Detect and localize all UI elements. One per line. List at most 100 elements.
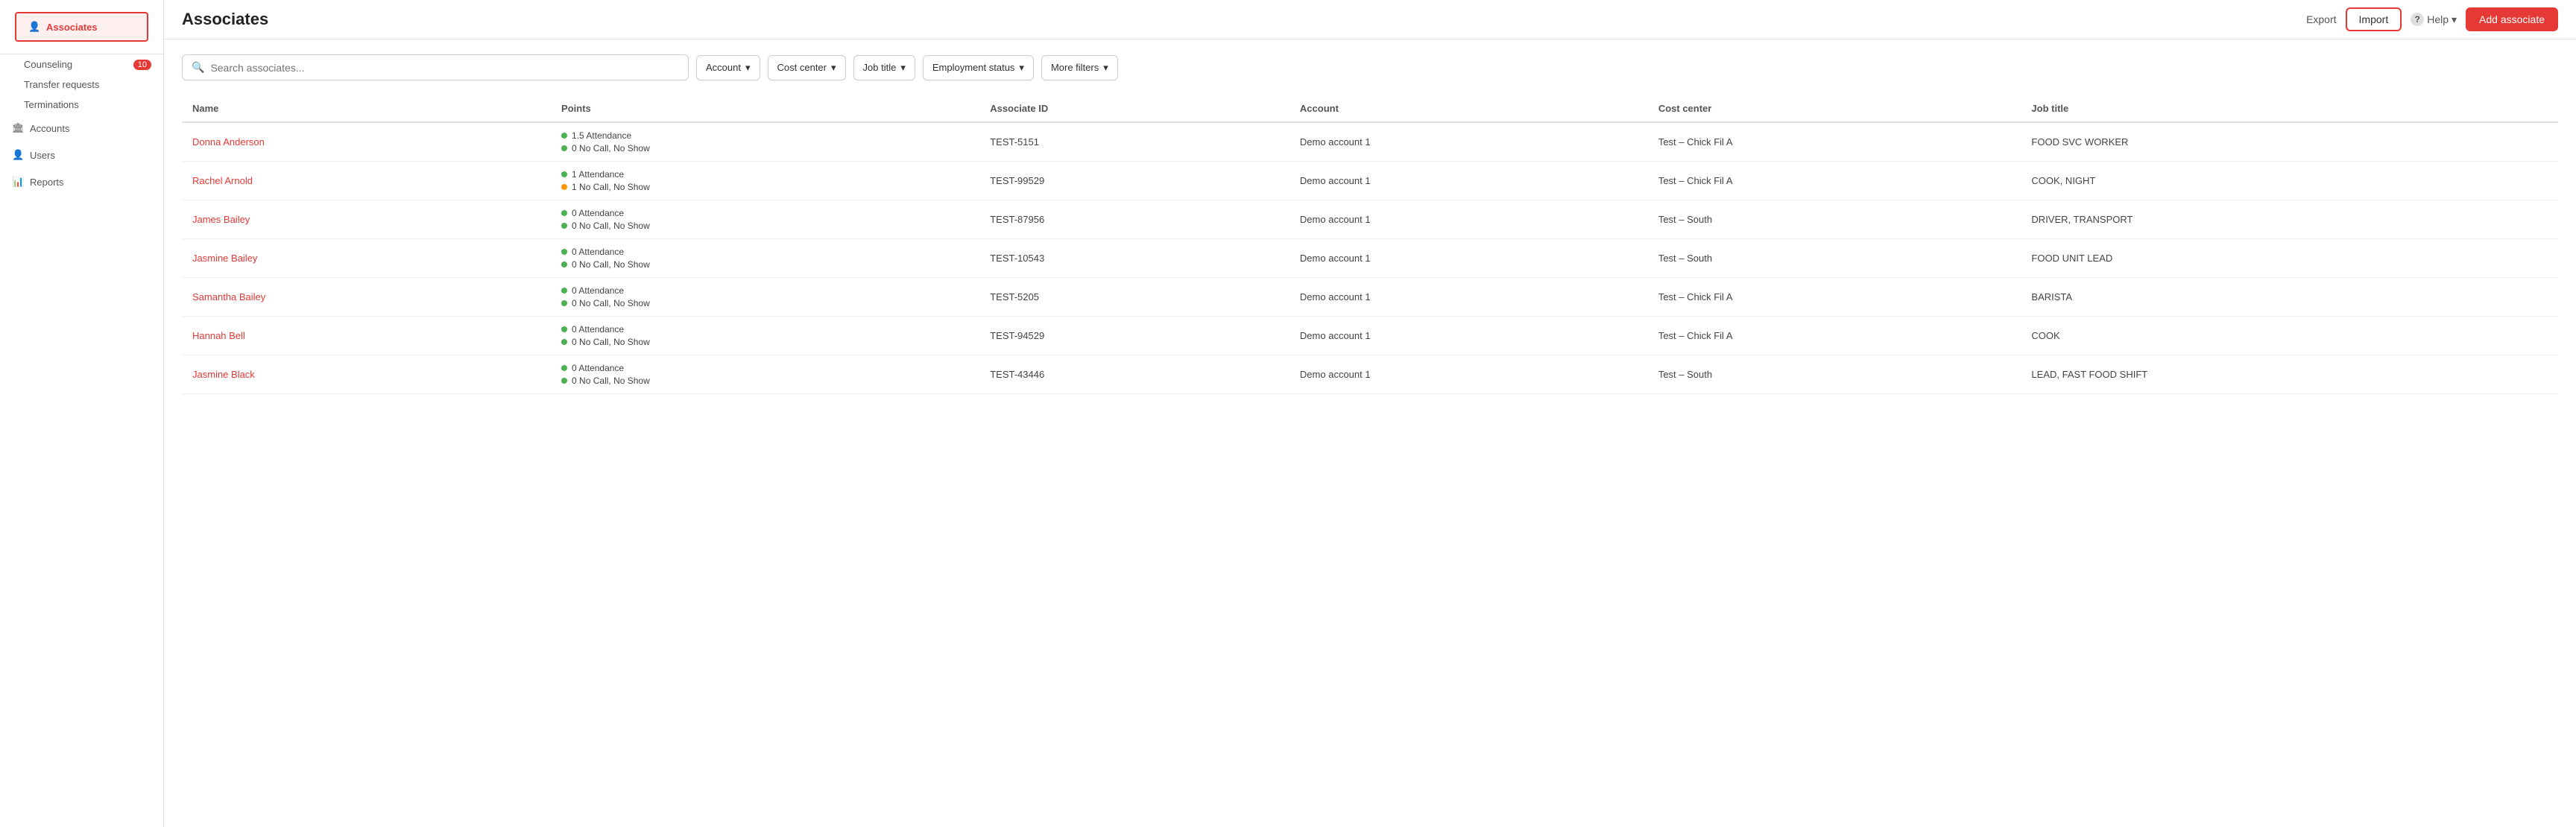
filter-cost-center-button[interactable]: Cost center ▾ [768, 55, 846, 80]
account-cell: Demo account 1 [1289, 200, 1648, 239]
point-text: 0 No Call, No Show [572, 221, 650, 231]
cost-center-cell: Test – South [1648, 239, 2021, 278]
point-text: 1 Attendance [572, 169, 624, 180]
points-cell: 1.5 Attendance 0 No Call, No Show [551, 122, 979, 162]
points-cell: 0 Attendance 0 No Call, No Show [551, 278, 979, 317]
associate-name-link[interactable]: Jasmine Black [192, 369, 255, 380]
associate-name-cell: Rachel Arnold [182, 162, 551, 200]
filter-account-button[interactable]: Account ▾ [696, 55, 760, 80]
sidebar-sub-label: Counseling [24, 59, 72, 70]
associate-name-link[interactable]: Hannah Bell [192, 330, 245, 341]
job-title-cell: DRIVER, TRANSPORT [2021, 200, 2558, 239]
col-header-points: Points [551, 95, 979, 122]
table-row: Jasmine Black 0 Attendance 0 No Call, No S… [182, 355, 2558, 394]
main-area: 🔍 Account▾Cost center▾Job title▾Employme… [164, 39, 2576, 827]
associate-name-link[interactable]: Samantha Bailey [192, 291, 265, 302]
point-row: 1 No Call, No Show [561, 182, 969, 192]
points-cell: 0 Attendance0 No Call, No Show [551, 317, 979, 355]
job-title-cell: FOOD SVC WORKER [2021, 122, 2558, 162]
dot-green-icon [561, 339, 567, 345]
sidebar-associates-label: Associates [46, 22, 98, 33]
filter-more-filters-button[interactable]: More filters▾ [1041, 55, 1118, 80]
point-row: 0 Attendance [561, 285, 969, 296]
point-text: 0 Attendance [572, 363, 624, 373]
sidebar: 👤 Associates Counseling 10 Transfer reques… [0, 0, 164, 827]
filter-label: Cost center [777, 62, 827, 73]
chevron-down-icon: ▾ [745, 62, 751, 74]
table-row: Rachel Arnold 1 Attendance 1 No Call, No S… [182, 162, 2558, 200]
help-chevron-icon: ▾ [2452, 13, 2457, 26]
dot-green-icon [561, 326, 567, 332]
chevron-down-icon: ▾ [900, 62, 906, 74]
help-button[interactable]: ? Help ▾ [2411, 13, 2457, 26]
sidebar-sub-item[interactable]: Terminations [0, 95, 163, 115]
job-title-cell: COOK [2021, 317, 2558, 355]
add-associate-button[interactable]: Add associate [2466, 7, 2558, 31]
sidebar-header: 👤 Associates [0, 0, 163, 54]
sidebar-item-associates[interactable]: 👤 Associates [15, 12, 148, 42]
point-text: 0 No Call, No Show [572, 259, 650, 270]
header-actions: Export Import ? Help ▾ Add associate [2306, 7, 2558, 31]
col-header-cost-center: Cost center [1648, 95, 2021, 122]
associate-name-link[interactable]: Rachel Arnold [192, 175, 253, 186]
filter-employment-status-button[interactable]: Employment status▾ [923, 55, 1034, 80]
search-input[interactable] [210, 62, 679, 74]
sidebar-sub-item[interactable]: Transfer requests [0, 75, 163, 95]
account-cell: Demo account 1 [1289, 162, 1648, 200]
account-cell: Demo account 1 [1289, 317, 1648, 355]
point-text: 0 No Call, No Show [572, 376, 650, 386]
main-content: Associates Export Import ? Help ▾ Add as… [164, 0, 2576, 827]
points-cell: 0 Attendance 0 No Call, No Show [551, 355, 979, 394]
point-text: 0 Attendance [572, 285, 624, 296]
col-header-account: Account [1289, 95, 1648, 122]
points-cell: 0 Attendance0 No Call, No Show [551, 239, 979, 278]
filter-label: Account [706, 62, 741, 73]
sidebar-sub-label: Terminations [24, 99, 79, 110]
associate-id-cell: TEST-10543 [979, 239, 1289, 278]
associate-id-cell: TEST-94529 [979, 317, 1289, 355]
associate-name-cell: James Bailey [182, 200, 551, 239]
dot-green-icon [561, 288, 567, 294]
point-text: 1 No Call, No Show [572, 182, 650, 192]
dot-green-icon [561, 145, 567, 151]
sidebar-item-users[interactable]: 👤Users [0, 142, 163, 168]
job-title-cell: COOK, NIGHT [2021, 162, 2558, 200]
sidebar-section-label: Users [30, 150, 55, 161]
point-row: 0 No Call, No Show [561, 143, 969, 153]
associate-name-cell: Jasmine Black [182, 355, 551, 394]
account-cell: Demo account 1 [1289, 122, 1648, 162]
job-title-cell: LEAD, FAST FOOD SHIFT [2021, 355, 2558, 394]
associate-name-link[interactable]: Jasmine Bailey [192, 253, 257, 264]
cost-center-cell: Test – Chick Fil A [1648, 317, 2021, 355]
filter-label: Job title [863, 62, 897, 73]
chevron-down-icon: ▾ [831, 62, 836, 74]
page-title: Associates [182, 10, 268, 29]
sidebar-item-accounts[interactable]: 🏛Accounts [0, 115, 163, 142]
filter-label: Employment status [932, 62, 1015, 73]
sidebar-item-reports[interactable]: 📊Reports [0, 168, 163, 195]
chevron-down-icon: ▾ [1103, 62, 1108, 74]
sidebar-sub-section: Counseling 10 Transfer requests Termination… [0, 54, 163, 115]
point-text: 1.5 Attendance [572, 130, 631, 141]
associate-name-link[interactable]: Donna Anderson [192, 136, 265, 148]
page-header: Associates Export Import ? Help ▾ Add as… [164, 0, 2576, 39]
filter-job-title-button[interactable]: Job title▾ [853, 55, 915, 80]
export-button[interactable]: Export [2306, 13, 2336, 25]
dot-green-icon [561, 300, 567, 306]
table-row: Samantha Bailey 0 Attendance 0 No Call, No… [182, 278, 2558, 317]
cost-center-cell: Test – Chick Fil A [1648, 278, 2021, 317]
point-row: 0 Attendance [561, 208, 969, 218]
dot-green-icon [561, 262, 567, 267]
point-text: 0 No Call, No Show [572, 298, 650, 308]
sidebar-sub-item[interactable]: Counseling 10 [0, 54, 163, 75]
associate-name-cell: Donna Anderson [182, 122, 551, 162]
cost-center-cell: Test – Chick Fil A [1648, 162, 2021, 200]
import-button[interactable]: Import [2346, 7, 2402, 31]
associate-id-cell: TEST-5151 [979, 122, 1289, 162]
point-row: 0 No Call, No Show [561, 376, 969, 386]
associates-table: NamePointsAssociate IDAccountCost center… [182, 95, 2558, 394]
badge: 10 [133, 60, 151, 70]
points-cell: 0 Attendance 0 No Call, No Show [551, 200, 979, 239]
associates-table-container: NamePointsAssociate IDAccountCost center… [182, 95, 2558, 394]
associate-name-link[interactable]: James Bailey [192, 214, 250, 225]
